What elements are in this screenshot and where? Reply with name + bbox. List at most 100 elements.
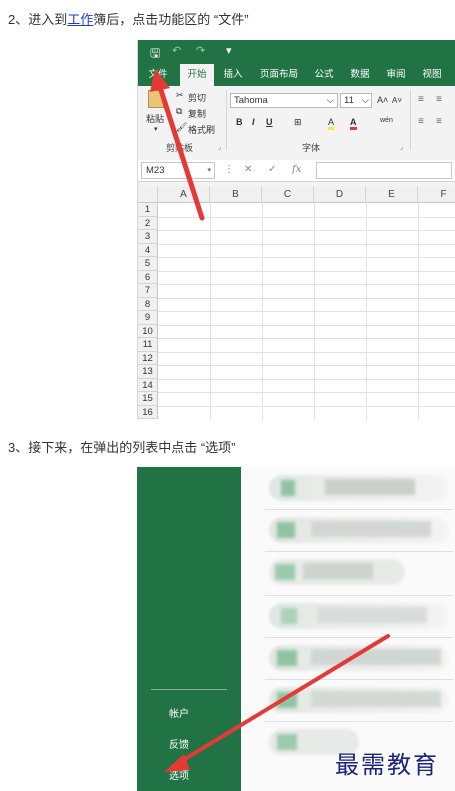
grid-line <box>158 230 455 231</box>
row-header[interactable]: 1 <box>138 203 158 217</box>
worksheet-grid[interactable]: A B C D E F 1 2 3 4 5 6 7 8 9 10 11 12 1… <box>138 186 455 420</box>
grid-line <box>158 257 455 258</box>
paste-button[interactable]: 粘贴 <box>146 112 164 125</box>
column-header[interactable]: B <box>210 186 262 203</box>
grid-line <box>158 270 455 272</box>
row-header[interactable]: 13 <box>138 365 158 379</box>
grid-line <box>158 311 455 312</box>
row-header[interactable]: 8 <box>138 297 158 311</box>
phonetic-button[interactable]: wén <box>380 117 393 124</box>
format-painter-icon[interactable]: 🖌 <box>176 122 187 133</box>
customize-toolbar-icon[interactable]: ▾ <box>226 44 232 57</box>
row-header[interactable]: 15 <box>138 392 158 406</box>
copy-button[interactable]: 复制 <box>188 107 206 120</box>
row-header[interactable]: 2 <box>138 216 158 230</box>
underline-button[interactable]: U <box>266 117 273 127</box>
sidebar-item-account[interactable]: 帐户 <box>169 705 189 720</box>
backstage-sidebar: 帐户 反馈 选项 <box>137 467 241 791</box>
row-header[interactable]: 5 <box>138 257 158 271</box>
workbook-link[interactable]: 工作 <box>67 12 93 27</box>
grid-line <box>158 378 455 380</box>
name-box-value: M23 <box>146 165 165 176</box>
align-middle-icon[interactable]: ≡ <box>436 94 442 105</box>
font-name-select[interactable]: Tahoma ⌵ <box>230 93 338 108</box>
save-icon[interactable]: 🖫 <box>150 44 160 65</box>
bold-button[interactable]: B <box>236 117 243 127</box>
tab-review[interactable]: 审阅 <box>382 64 410 86</box>
format-painter-button[interactable]: 格式刷 <box>188 123 215 136</box>
row-header[interactable]: 7 <box>138 284 158 298</box>
row-header[interactable]: 4 <box>138 243 158 257</box>
name-box[interactable]: M23 ▾ <box>141 162 215 179</box>
row-header[interactable]: 11 <box>138 338 158 352</box>
grid-line <box>158 284 455 285</box>
column-header[interactable]: D <box>314 186 366 203</box>
chevron-down-icon: ▾ <box>207 167 211 174</box>
row-header[interactable]: 14 <box>138 378 158 392</box>
row-header[interactable]: 6 <box>138 270 158 284</box>
sidebar-divider <box>151 689 227 690</box>
redo-icon[interactable]: ↷ <box>196 44 205 57</box>
align-left-icon[interactable]: ≡ <box>418 116 424 127</box>
font-size-select[interactable]: 11 ⌵ <box>340 93 372 108</box>
italic-button[interactable]: I <box>252 117 255 127</box>
grid-line <box>158 405 455 407</box>
cut-icon[interactable]: ✂ <box>176 90 184 101</box>
grid-line <box>158 324 455 326</box>
watermark-logo: 最需教育 <box>335 751 439 779</box>
list-divider <box>265 551 453 552</box>
grid-line <box>158 365 455 366</box>
select-all-corner[interactable] <box>138 186 158 203</box>
row-header[interactable]: 3 <box>138 230 158 244</box>
cut-button[interactable]: 剪切 <box>188 91 206 104</box>
cancel-icon[interactable]: ✕ <box>244 164 252 175</box>
undo-icon[interactable]: ↶ <box>172 44 181 57</box>
font-name-value: Tahoma <box>234 95 268 106</box>
chevron-down-icon: ⌵ <box>361 95 369 106</box>
row-header[interactable]: 12 <box>138 351 158 365</box>
paste-icon[interactable] <box>148 90 164 108</box>
step-3-caption: 3、接下来，在弹出的列表中点击 “选项” <box>8 440 236 455</box>
enter-icon[interactable]: ✓ <box>268 164 276 175</box>
formula-bar-handle-icon: ⋮ <box>224 164 234 175</box>
step-2-caption: 2、进入到工作簿后，点击功能区的 “文件” <box>8 9 249 28</box>
grid-line <box>158 392 455 393</box>
blurred-file-icon <box>281 480 295 496</box>
shrink-font-button[interactable]: A˅ <box>392 96 402 105</box>
border-button[interactable]: ⊞ <box>294 117 302 128</box>
font-size-value: 11 <box>344 95 354 106</box>
sidebar-item-options[interactable]: 选项 <box>169 767 189 782</box>
row-header[interactable]: 10 <box>138 324 158 338</box>
backstage-content-blurred <box>241 467 455 791</box>
grow-font-button[interactable]: A˄ <box>377 95 388 105</box>
blurred-file-icon <box>277 650 297 666</box>
row-header[interactable]: 16 <box>138 405 158 419</box>
column-header[interactable]: C <box>262 186 314 203</box>
clipboard-launcher-icon[interactable]: ⌟ <box>218 143 221 151</box>
row-header[interactable]: 9 <box>138 311 158 325</box>
fill-color-button[interactable]: A <box>328 117 335 130</box>
tab-formulas[interactable]: 公式 <box>310 64 338 86</box>
column-header[interactable]: A <box>158 186 210 203</box>
align-center-icon[interactable]: ≡ <box>436 116 442 127</box>
paste-dropdown-icon[interactable]: ▾ <box>154 125 158 133</box>
tab-insert[interactable]: 插入 <box>220 64 246 86</box>
align-top-icon[interactable]: ≡ <box>418 94 424 105</box>
font-color-button[interactable]: A <box>350 117 357 130</box>
blurred-text <box>303 563 373 579</box>
formula-input[interactable] <box>316 162 452 179</box>
tab-data[interactable]: 数据 <box>346 64 374 86</box>
font-launcher-icon[interactable]: ⌟ <box>400 143 403 151</box>
tab-view[interactable]: 视图 <box>418 64 446 86</box>
insert-function-icon[interactable]: fx <box>292 164 301 175</box>
step-2-prefix: 2、进入到 <box>8 12 68 27</box>
column-header[interactable]: F <box>418 186 455 203</box>
column-header[interactable]: E <box>366 186 418 203</box>
tab-page-layout[interactable]: 页面布局 <box>256 64 302 86</box>
tab-home[interactable]: 开始 <box>180 64 214 86</box>
copy-icon[interactable]: ⧉ <box>176 106 182 117</box>
tab-file[interactable]: 文件 <box>144 64 172 86</box>
sidebar-item-feedback[interactable]: 反馈 <box>169 736 189 751</box>
list-divider <box>265 679 453 680</box>
title-bar: 🖫 ↶ ↷ ▾ <box>138 40 455 64</box>
